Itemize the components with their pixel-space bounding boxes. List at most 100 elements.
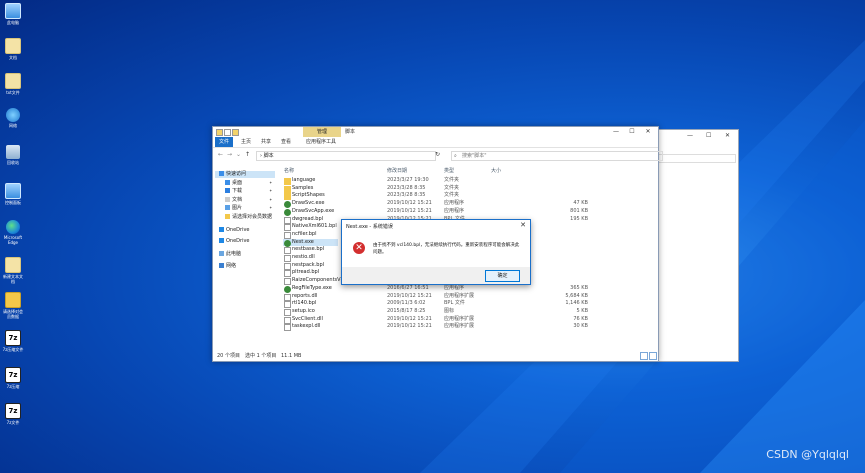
column-name[interactable]: 名称 <box>284 167 294 174</box>
nav-item[interactable]: 此电脑 <box>219 251 241 258</box>
file-name: pltread.bpl <box>292 269 320 276</box>
file-type: 图标 <box>444 307 455 314</box>
tab-file[interactable]: 文件 <box>215 137 234 147</box>
column-size[interactable]: 大小 <box>491 167 501 174</box>
nav-item[interactable]: OneDrive <box>219 238 250 245</box>
tab-view[interactable]: 查看 <box>277 137 295 147</box>
file-row[interactable]: Samples 2023/3/28 8:35 文件夹 <box>283 185 658 193</box>
desktop-icon[interactable]: 新建文本文档 <box>2 257 24 284</box>
back-arrow-icon[interactable]: ← <box>218 151 223 159</box>
dialog-body: ✕ 由于找不到 vcl140.bpl，无法继续执行代码。重新安装程序可能会解决此… <box>342 233 530 266</box>
nav-item[interactable]: OneDrive <box>219 227 250 234</box>
large-icons-view-icon[interactable] <box>649 352 657 360</box>
dialog-footer: 确定 <box>342 267 530 284</box>
file-row[interactable]: Nest.exe <box>283 238 338 247</box>
tab-home[interactable]: 主页 <box>237 137 255 147</box>
minimize-icon[interactable]: — <box>687 132 693 139</box>
desktop-icon-label: 7z文件 <box>6 420 20 425</box>
nav-item-label: 桌面 <box>232 180 243 186</box>
file-row[interactable]: rtl140.bpl 2009/11/3 6:02 BPL 文件 1,146 KB <box>283 300 658 309</box>
nav-item[interactable]: 请选择对会员数据 <box>225 214 272 221</box>
file-row[interactable]: RegFileType.exe 2016/6/27 16:51 应用程序 365 KB <box>283 285 658 293</box>
nav-item[interactable]: 快速访问 <box>215 171 275 178</box>
pin-icon[interactable]: ✦ <box>269 188 272 193</box>
minimize-button[interactable]: — <box>609 127 623 137</box>
pin-icon[interactable]: ✦ <box>269 197 272 202</box>
nav-item-icon <box>225 197 230 202</box>
desktop-icon[interactable]: 请选择对会员数据 <box>2 292 24 319</box>
dialog-close-button[interactable]: ✕ <box>520 221 526 229</box>
file-size: 801 KB <box>570 207 588 214</box>
maximize-button[interactable]: ☐ <box>625 127 639 137</box>
desktop-icon[interactable]: 此电脑 <box>2 3 24 25</box>
desktop-icon[interactable]: 回收站 <box>2 145 24 165</box>
nav-item[interactable]: 图片 <box>225 205 242 212</box>
address-bar[interactable]: › 脚本 <box>256 151 436 161</box>
address-bar[interactable] <box>655 154 736 163</box>
file-row[interactable]: DrawSvc.exe 2019/10/12 15:21 应用程序 47 KB <box>283 200 658 209</box>
desktop-icon[interactable]: 7z 7z压缩文件 <box>2 330 24 352</box>
7z-icon: 7z <box>5 367 21 383</box>
properties-icon[interactable] <box>224 129 231 136</box>
file-row[interactable]: ScriptShapes 2023/3/28 8:35 文件夹 <box>283 192 658 201</box>
nav-item-icon <box>219 251 224 256</box>
selected-size: 11.1 MB <box>281 353 302 359</box>
nav-item-label: 文档 <box>232 197 243 203</box>
desktop-icon[interactable]: 7z 7z文件 <box>2 403 24 425</box>
desktop-icon[interactable]: 文档 <box>2 38 24 60</box>
nav-item[interactable]: 网络 <box>219 263 236 270</box>
maximize-icon[interactable]: ☐ <box>706 132 711 139</box>
search-input[interactable]: ⌕ 搜索"脚本" <box>451 151 663 161</box>
breadcrumb[interactable]: 脚本 <box>264 153 274 159</box>
desktop-icon-label: 网络 <box>9 123 17 128</box>
refresh-icon[interactable]: ↻ <box>435 151 440 159</box>
ribbon-tabs: 文件 主页 共享 查看 应用程序工具 <box>213 137 658 148</box>
file-date: 2019/10/12 15:21 <box>387 315 432 322</box>
title-bar[interactable]: 管理 脚本 — ☐ ✕ <box>213 127 658 137</box>
tab-share[interactable]: 共享 <box>257 137 275 147</box>
dialog-message: 由于找不到 vcl140.bpl，无法继续执行代码。重新安装程序可能会解决此问题… <box>373 243 520 255</box>
tab-app-tools[interactable]: 应用程序工具 <box>302 137 340 147</box>
recent-dropdown-icon[interactable]: ⌄ <box>236 151 241 159</box>
nav-item[interactable]: 下载 <box>225 188 242 195</box>
pin-icon[interactable]: ✦ <box>269 180 272 185</box>
file-name: nestpack.bpl <box>292 261 325 268</box>
ok-button[interactable]: 确定 <box>485 270 520 282</box>
up-arrow-icon[interactable]: ↑ <box>245 151 250 159</box>
document-icon <box>5 38 21 54</box>
error-dialog: Nest.exe - 系统错误 ✕ ✕ 由于找不到 vcl140.bpl，无法继… <box>341 219 531 285</box>
forward-arrow-icon[interactable]: → <box>227 151 232 159</box>
file-row[interactable]: language 2023/3/27 19:30 文件夹 <box>283 177 658 185</box>
nav-item[interactable]: 文档 <box>225 197 242 204</box>
status-bar: 20 个项目 选中 1 个项目 11.1 MB <box>213 352 658 361</box>
desktop-icon[interactable]: 网络 <box>2 108 24 128</box>
selected-count: 选中 1 个项目 <box>245 353 277 359</box>
file-size: 47 KB <box>573 200 588 207</box>
column-type[interactable]: 类型 <box>444 167 454 174</box>
desktop-icon[interactable]: 控制面板 <box>2 183 24 205</box>
nav-item-icon <box>225 180 230 185</box>
new-folder-icon[interactable] <box>232 129 239 136</box>
close-icon[interactable]: ✕ <box>725 132 730 139</box>
file-row[interactable]: setup.ico 2015/8/17 8:25 图标 5 KB <box>283 308 658 316</box>
desktop-icon[interactable]: Microsoft Edge <box>2 220 24 245</box>
tab-manage[interactable]: 管理 <box>303 127 341 137</box>
nav-item-label: 快速访问 <box>226 171 247 177</box>
desktop-icon[interactable]: txt文件 <box>2 73 24 95</box>
recycle-bin-icon <box>6 145 20 159</box>
file-name: reports.dll <box>292 292 318 299</box>
file-row[interactable]: taskexpl.dll 2019/10/12 15:21 应用程序扩展 30 KB <box>283 323 658 332</box>
nav-item[interactable]: 桌面 <box>225 180 242 187</box>
pin-icon[interactable]: ✦ <box>269 205 272 210</box>
desktop-icon[interactable]: 7z 7z压缩 <box>2 367 24 389</box>
column-date[interactable]: 修改日期 <box>387 167 407 174</box>
dialog-title: Nest.exe - 系统错误 <box>346 224 393 230</box>
file-row[interactable]: DrawSvcApp.exe 2019/10/12 15:21 应用程序 801 KB <box>283 208 658 216</box>
control-panel-icon <box>5 183 21 199</box>
details-view-icon[interactable] <box>640 352 648 360</box>
close-button[interactable]: ✕ <box>641 127 655 137</box>
file-row[interactable]: reports.dll 2019/10/12 15:21 应用程序扩展 5,684 K… <box>283 293 658 301</box>
error-icon: ✕ <box>353 242 365 254</box>
nav-item-label: OneDrive <box>226 227 250 233</box>
computer-icon <box>5 3 21 19</box>
